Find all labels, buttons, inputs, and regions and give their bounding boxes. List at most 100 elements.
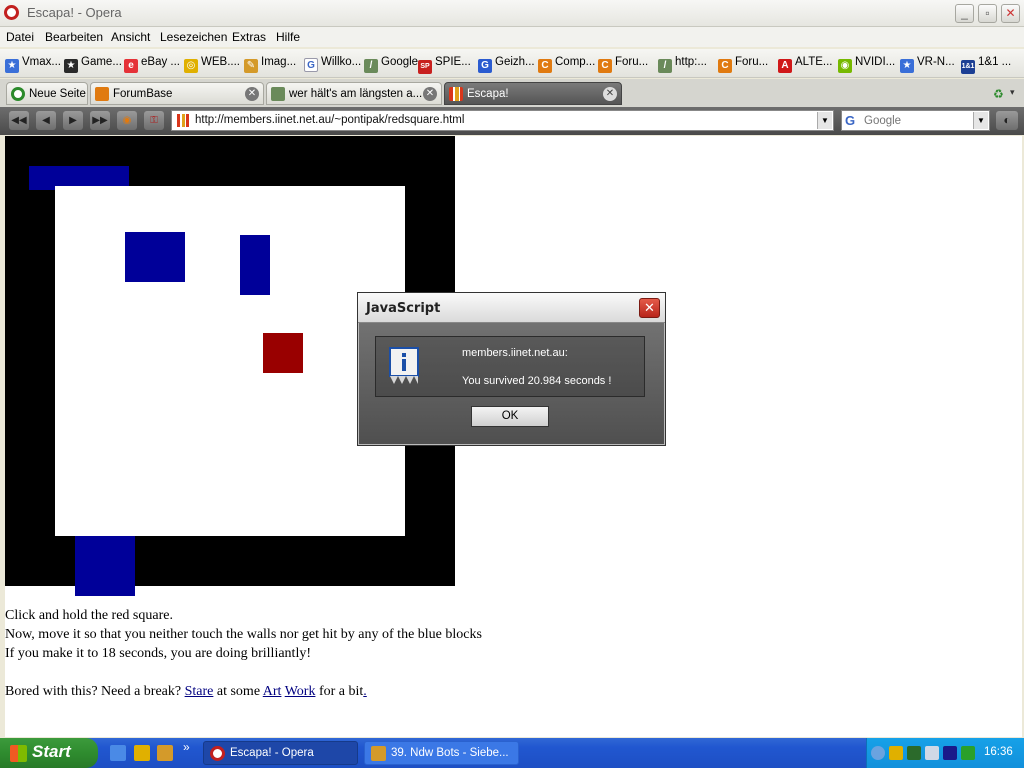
computerbase-icon: C — [598, 59, 612, 73]
pencil-icon[interactable] — [157, 745, 173, 761]
window-title: Escapa! - Opera — [27, 5, 122, 20]
media-icon[interactable] — [943, 746, 957, 760]
maximize-button[interactable]: ▫ — [978, 4, 997, 23]
page-icon: / — [658, 59, 672, 73]
tab-menu-icon[interactable]: ▾ — [1010, 87, 1015, 98]
menu-extras[interactable]: Extras — [232, 30, 266, 44]
pencil-icon — [371, 746, 386, 761]
google-icon: G — [304, 58, 318, 72]
bookmark-imag[interactable]: ✎ Imag... — [244, 56, 296, 73]
red-square[interactable] — [263, 333, 303, 373]
bookmark-spie[interactable]: SP SPIE... — [418, 56, 471, 74]
search-dropdown-icon[interactable]: ▼ — [973, 112, 988, 129]
menu-datei[interactable]: Datei — [6, 30, 34, 44]
messenger-tray-icon[interactable] — [889, 746, 903, 760]
dialog-titlebar[interactable]: JavaScript ✕ — [358, 293, 665, 323]
speaker-icon[interactable] — [925, 746, 939, 760]
play-area — [55, 186, 405, 536]
url-text[interactable]: http://members.iinet.net.au/~pontipak/re… — [195, 114, 464, 126]
bookmark-geizh[interactable]: G Geizh... — [478, 56, 535, 73]
bookmark-google[interactable]: / Google — [364, 56, 418, 73]
address-dropdown-icon[interactable]: ▼ — [817, 112, 832, 129]
menu-ansicht[interactable]: Ansicht — [111, 30, 150, 44]
search-input[interactable] — [864, 113, 972, 128]
bookmark-willko[interactable]: G Willko... — [304, 56, 361, 72]
tab-escapa[interactable]: Escapa! ✕ — [444, 82, 622, 105]
computerbase-icon: C — [718, 59, 732, 73]
bookmark-ebay[interactable]: e eBay ... — [124, 56, 180, 73]
task-ndw-bots[interactable]: 39. Ndw Bots - Siebe... — [364, 741, 519, 765]
menu-bearbeiten[interactable]: Bearbeiten — [45, 30, 103, 44]
bookmark-vmax[interactable]: ★ Vmax... — [5, 56, 61, 73]
address-field[interactable]: http://members.iinet.net.au/~pontipak/re… — [171, 110, 834, 131]
opera-logo-icon — [4, 5, 19, 20]
dialog-message: You survived 20.984 seconds ! — [462, 375, 612, 387]
alternate-icon: A — [778, 59, 792, 73]
system-tray: 16:36 — [866, 738, 1024, 768]
trash-icon[interactable]: ♻ — [993, 87, 1004, 101]
dialog-host: members.iinet.net.au: — [462, 347, 568, 359]
instructions: Click and hold the red square. Now, move… — [5, 606, 482, 701]
work-link[interactable]: Work — [285, 684, 316, 699]
wand-icon[interactable]: ⚿ — [144, 111, 164, 130]
escapa-favicon — [177, 114, 189, 127]
forward-icon[interactable]: ▶ — [63, 111, 83, 130]
bookmark-alte[interactable]: A ALTE... — [778, 56, 833, 73]
dialog-close-button[interactable]: ✕ — [639, 298, 660, 318]
menu-hilfe[interactable]: Hilfe — [276, 30, 300, 44]
quicklaunch-more-icon[interactable]: » — [183, 740, 190, 754]
blue-block — [240, 235, 270, 295]
window-titlebar[interactable]: Escapa! - Opera _ ▫ ✕ — [0, 0, 1024, 27]
spiegel-icon: SP — [418, 60, 432, 74]
start-button[interactable]: Start — [0, 738, 98, 768]
geizhals-icon: G — [478, 59, 492, 73]
bookmark-nvidi[interactable]: ◉ NVIDI... — [838, 56, 895, 73]
navigation-bar: ◀◀ ◀ ▶ ▶▶ ◉ ⚿ http://members.iinet.net.a… — [0, 107, 1024, 135]
page-icon — [271, 87, 285, 101]
ok-button[interactable]: OK — [471, 406, 549, 427]
bookmark-http[interactable]: / http:... — [658, 56, 707, 73]
ebay-icon: e — [124, 59, 138, 73]
ie-icon[interactable] — [110, 745, 126, 761]
computerbase-icon: C — [538, 59, 552, 73]
close-tab-icon[interactable]: ✕ — [245, 87, 259, 101]
panel-toggle-icon[interactable]: ◐ — [996, 111, 1018, 130]
rewind-icon[interactable]: ◀◀ — [9, 111, 29, 130]
cpu-monitor-icon[interactable] — [907, 746, 921, 760]
fast-forward-icon[interactable]: ▶▶ — [90, 111, 110, 130]
escapa-favicon — [449, 87, 463, 101]
tab-bar: Neue Seite ForumBase ✕ wer hält's am län… — [0, 79, 1024, 107]
messenger-icon[interactable] — [134, 745, 150, 761]
bookmark-web[interactable]: ◎ WEB.... — [184, 56, 240, 73]
close-tab-icon[interactable]: ✕ — [423, 87, 437, 101]
bookmark-comp[interactable]: C Comp... — [538, 56, 595, 73]
back-icon[interactable]: ◀ — [36, 111, 56, 130]
page-icon: / — [364, 59, 378, 73]
tab-speed-dial[interactable]: Neue Seite — [6, 82, 88, 105]
bookmark-vr-n[interactable]: ★ VR-N... — [900, 56, 955, 73]
minimize-button[interactable]: _ — [955, 4, 974, 23]
windows-logo-icon — [10, 745, 27, 762]
bookmark-foru-1[interactable]: C Foru... — [598, 56, 648, 73]
signal-icon[interactable] — [961, 746, 975, 760]
tray-expand-icon[interactable] — [871, 746, 885, 760]
dot-link[interactable]: . — [363, 684, 367, 699]
task-escapa-opera[interactable]: Escapa! - Opera — [203, 741, 358, 765]
close-window-button[interactable]: ✕ — [1001, 4, 1020, 23]
search-box[interactable]: G ▼ — [841, 110, 990, 131]
menu-lesezeichen[interactable]: Lesezeichen — [160, 30, 227, 44]
bookmark-1und1[interactable]: 1&1 1&1 ... — [961, 56, 1011, 74]
reload-icon[interactable]: ◉ — [117, 111, 137, 130]
stare-link[interactable]: Stare — [185, 684, 214, 699]
close-tab-icon[interactable]: ✕ — [603, 87, 617, 101]
instruction-line: Click and hold the red square. — [5, 608, 173, 623]
bookmark-foru-2[interactable]: C Foru... — [718, 56, 768, 73]
nvidia-icon: ◉ — [838, 59, 852, 73]
tab-wer-haelts[interactable]: wer hält's am längsten a... ✕ — [266, 82, 442, 105]
instruction-line: Now, move it so that you neither touch t… — [5, 627, 482, 642]
art-link[interactable]: Art — [263, 684, 282, 699]
tab-forumbase[interactable]: ForumBase ✕ — [90, 82, 264, 105]
star-icon: ★ — [900, 59, 914, 73]
bookmark-game[interactable]: ★ Game... — [64, 56, 122, 73]
